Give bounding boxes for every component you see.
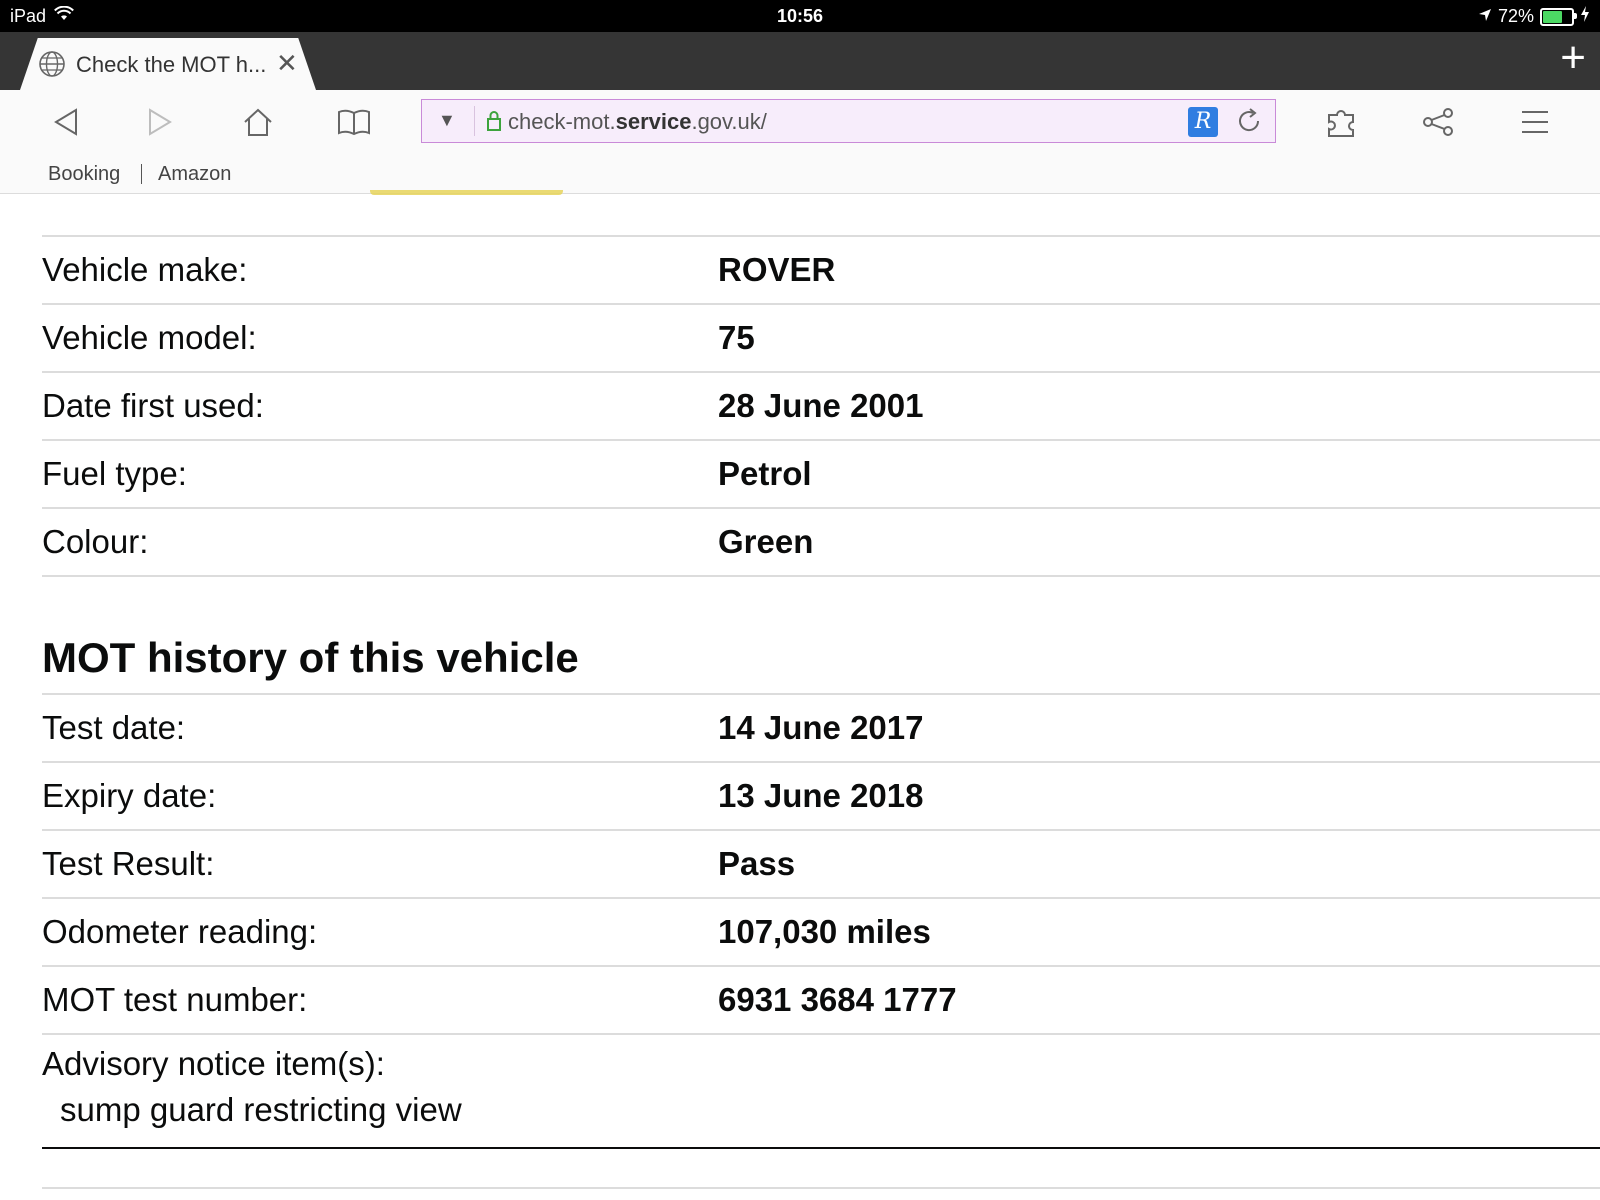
detail-label: Vehicle make:	[42, 251, 248, 288]
history-label: MOT test number:	[42, 981, 308, 1018]
detail-value: ROVER	[718, 251, 836, 288]
history-value: 13 June 2018	[718, 777, 924, 814]
history-label: Expiry date:	[42, 777, 217, 814]
battery-percent: 72%	[1497, 6, 1534, 26]
tab-strip: Check the MOT h... ✕ +	[0, 32, 1600, 90]
url-suffix: .gov.uk/	[691, 109, 767, 134]
divider	[42, 1187, 1600, 1189]
advisory-item: sump guard restricting view	[60, 1091, 462, 1128]
menu-icon[interactable]	[1515, 102, 1555, 142]
lock-icon	[486, 110, 502, 137]
detail-label: Date first used:	[42, 387, 264, 424]
close-tab-icon[interactable]: ✕	[276, 48, 298, 79]
history-row-test-number: MOT test number: 6931 3684 1777	[42, 967, 1600, 1035]
browser-tab[interactable]: Check the MOT h... ✕	[20, 38, 316, 90]
location-arrow-icon	[1478, 6, 1492, 27]
chevron-down-icon[interactable]: ▼	[438, 110, 456, 131]
battery-icon	[1540, 7, 1577, 26]
history-row-result: Test Result: Pass	[42, 831, 1600, 899]
detail-row-make: Vehicle make: ROVER	[42, 237, 1600, 305]
bookmark-amazon[interactable]: Amazon	[158, 163, 231, 186]
url-text[interactable]: check-mot.service.gov.uk/	[508, 109, 767, 135]
detail-label: Fuel type:	[42, 455, 187, 492]
home-icon[interactable]	[238, 102, 278, 142]
detail-value: 75	[718, 319, 755, 356]
mot-history-list: Test date: 14 June 2017 Expiry date: 13 …	[42, 695, 1600, 1149]
detail-row-colour: Colour: Green	[42, 509, 1600, 577]
history-row-test-date: Test date: 14 June 2017	[42, 695, 1600, 763]
charging-bolt-icon	[1580, 6, 1590, 27]
back-icon[interactable]	[46, 102, 86, 142]
page-content: Vehicle make: ROVER Vehicle model: 75 Da…	[42, 235, 1600, 1189]
history-label: Test date:	[42, 709, 186, 746]
partially-visible-button-edge[interactable]	[370, 190, 563, 195]
detail-label: Colour:	[42, 523, 149, 560]
address-bar[interactable]: ▼ check-mot.service.gov.uk/ R	[421, 99, 1276, 143]
new-tab-button[interactable]: +	[1560, 36, 1586, 80]
tab-title: Check the MOT h...	[76, 52, 267, 77]
mot-history-heading: MOT history of this vehicle	[42, 623, 1600, 695]
history-value: 107,030 miles	[718, 913, 931, 950]
history-row-expiry-date: Expiry date: 13 June 2018	[42, 763, 1600, 831]
battery-fill	[1543, 10, 1562, 23]
status-bar: iPad 10:56 72%	[0, 0, 1600, 32]
history-value: 6931 3684 1777	[718, 981, 957, 1018]
detail-value: Petrol	[718, 455, 812, 492]
detail-value: Green	[718, 523, 814, 560]
clock: 10:56	[776, 6, 824, 26]
history-value: 14 June 2017	[718, 709, 924, 746]
forward-icon[interactable]	[140, 102, 180, 142]
browser-toolbar: ▼ check-mot.service.gov.uk/ R	[0, 90, 1600, 154]
reload-icon[interactable]	[1234, 106, 1264, 141]
bookmark-divider	[141, 164, 142, 184]
history-label: Odometer reading:	[42, 913, 318, 950]
bookmarks-bar: Booking Amazon	[0, 154, 1600, 194]
url-prefix: check-mot.	[508, 109, 616, 134]
share-icon[interactable]	[1418, 102, 1458, 142]
vehicle-details-list: Vehicle make: ROVER Vehicle model: 75 Da…	[42, 237, 1600, 577]
detail-row-first-used: Date first used: 28 June 2001	[42, 373, 1600, 441]
bookmark-booking[interactable]: Booking	[48, 163, 120, 186]
extensions-puzzle-icon[interactable]	[1322, 102, 1362, 142]
detail-row-fuel: Fuel type: Petrol	[42, 441, 1600, 509]
bookmarks-book-icon[interactable]	[334, 102, 374, 142]
status-right: 72%	[1478, 6, 1590, 27]
detail-row-model: Vehicle model: 75	[42, 305, 1600, 373]
history-label: Test Result:	[42, 845, 215, 882]
address-divider	[474, 106, 475, 136]
globe-icon	[38, 50, 66, 83]
advisory-notices: Advisory notice item(s): sump guard rest…	[42, 1035, 1600, 1149]
reader-extension-icon[interactable]: R	[1188, 107, 1218, 137]
detail-value: 28 June 2001	[718, 387, 924, 424]
history-value: Pass	[718, 845, 796, 882]
history-row-odometer: Odometer reading: 107,030 miles	[42, 899, 1600, 967]
advisory-label: Advisory notice item(s):	[42, 1045, 385, 1082]
detail-label: Vehicle model:	[42, 319, 257, 356]
url-domain: service	[615, 109, 692, 134]
